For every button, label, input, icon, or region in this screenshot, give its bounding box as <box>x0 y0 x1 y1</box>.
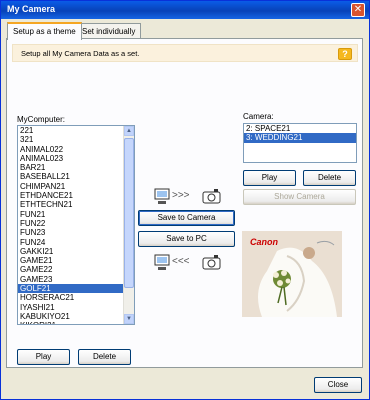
computer-list-item[interactable]: GAME21 <box>18 256 134 265</box>
computer-delete-button[interactable]: Delete <box>78 349 131 365</box>
computer-list-item[interactable]: ETHDANCE21 <box>18 191 134 200</box>
arrows-right: >>> <box>172 190 190 201</box>
computer-list-item[interactable]: ANIMAL022 <box>18 145 134 154</box>
computer-list-item[interactable]: GOLF21 <box>18 284 134 294</box>
save-to-pc-button[interactable]: Save to PC <box>138 231 235 247</box>
tab-panel: Setup all My Camera Data as a set. ? MyC… <box>6 38 363 368</box>
scroll-thumb[interactable] <box>124 138 134 288</box>
close-button[interactable]: Close <box>314 377 362 393</box>
computer-list-item[interactable]: GAKKI21 <box>18 247 134 256</box>
computer-list-item[interactable]: 321 <box>18 135 134 144</box>
computer-list-item[interactable]: FUN21 <box>18 210 134 219</box>
computer-list-item[interactable]: CHIMPAN21 <box>18 182 134 191</box>
computer-list-item[interactable]: FUN24 <box>18 238 134 247</box>
description-text: Setup all My Camera Data as a set. <box>21 49 140 58</box>
computer-list-item[interactable]: FUN22 <box>18 219 134 228</box>
camera-label: Camera: <box>243 112 274 121</box>
title-bar[interactable]: My Camera ✕ <box>1 1 369 19</box>
camera-play-button[interactable]: Play <box>243 170 296 186</box>
transfer-to-camera-graphic: >>> <box>154 187 224 207</box>
computer-list-item[interactable]: ANIMAL023 <box>18 154 134 163</box>
camera-list-item[interactable]: 3: WEDDING21 <box>244 133 356 143</box>
scroll-down-icon[interactable]: ▼ <box>124 314 134 324</box>
camera-items: 2: SPACE21 3: WEDDING21 <box>244 124 356 143</box>
my-camera-window: My Camera ✕ Setup as a theme Set individ… <box>0 0 370 400</box>
camera-icon <box>202 189 221 204</box>
computer-list-item[interactable]: 221 <box>18 126 134 135</box>
show-camera-button[interactable]: Show Camera <box>243 189 356 205</box>
close-icon[interactable]: ✕ <box>351 3 365 17</box>
camera-delete-button[interactable]: Delete <box>303 170 356 186</box>
computer-icon <box>154 254 170 270</box>
tab-set-individually[interactable]: Set individually <box>76 23 142 39</box>
computer-list-item[interactable]: KIKORI21 <box>18 321 134 324</box>
save-to-camera-button[interactable]: Save to Camera <box>138 210 235 226</box>
scrollbar[interactable]: ▲ ▼ <box>123 126 134 324</box>
arrows-left: <<< <box>172 256 190 267</box>
computer-list-item[interactable]: HORSERAC21 <box>18 293 134 302</box>
computer-list-item[interactable]: BASEBALL21 <box>18 172 134 181</box>
scroll-up-icon[interactable]: ▲ <box>124 126 134 136</box>
my-computer-items: 221 321 ANIMAL022 ANIMAL023 BAR21 BASEBALL21 C… <box>18 126 134 324</box>
computer-list-item[interactable]: KABUKIYO21 <box>18 312 134 321</box>
computer-list-item[interactable]: GAME23 <box>18 275 134 284</box>
camera-list[interactable]: 2: SPACE21 3: WEDDING21 <box>243 123 357 163</box>
my-computer-label: MyComputer: <box>17 115 66 124</box>
computer-list-item[interactable]: IYASHI21 <box>18 303 134 312</box>
transfer-to-pc-graphic: <<< <box>154 253 224 273</box>
computer-list-item[interactable]: FUN23 <box>18 228 134 237</box>
computer-play-button[interactable]: Play <box>17 349 70 365</box>
my-computer-list[interactable]: 221 321 ANIMAL022 ANIMAL023 BAR21 BASEBALL21 C… <box>17 125 135 325</box>
camera-list-item[interactable]: 2: SPACE21 <box>244 124 356 133</box>
brand-logo: Canon <box>250 237 278 247</box>
description-bar: Setup all My Camera Data as a set. ? <box>12 44 358 62</box>
tab-setup-as-theme[interactable]: Setup as a theme <box>7 22 82 40</box>
camera-icon <box>202 255 221 270</box>
theme-preview-image: Canon <box>242 231 342 317</box>
help-icon[interactable]: ? <box>338 48 352 60</box>
computer-list-item[interactable]: ETHTECHN21 <box>18 200 134 209</box>
computer-list-item[interactable]: GAME22 <box>18 265 134 274</box>
window-title: My Camera <box>7 4 56 14</box>
computer-list-item[interactable]: BAR21 <box>18 163 134 172</box>
